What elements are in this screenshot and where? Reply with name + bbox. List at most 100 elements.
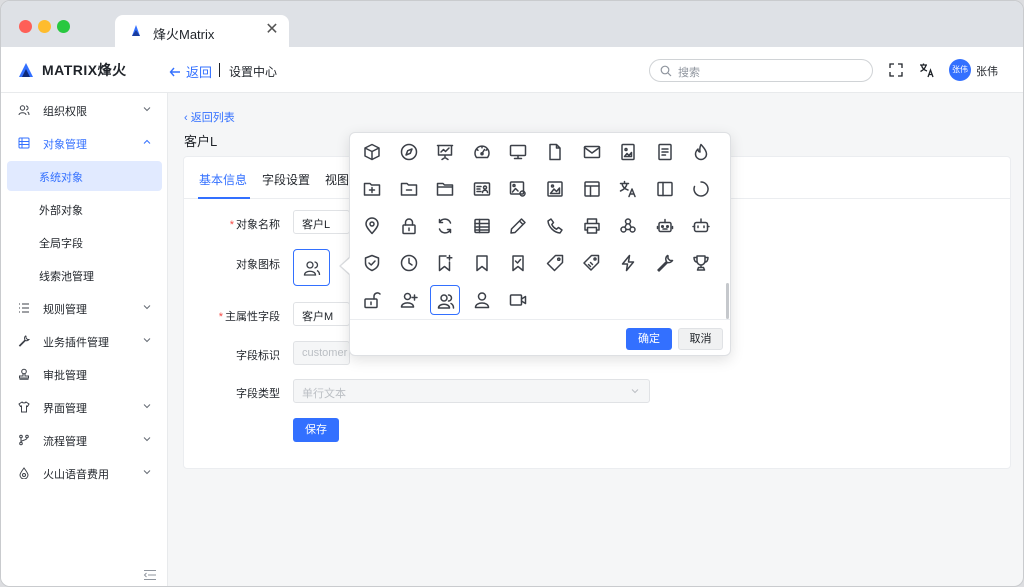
back-to-list-label: 返回列表: [190, 112, 235, 124]
icon-option-folder-minus-icon[interactable]: [394, 174, 424, 204]
sidebar-item-process-management[interactable]: 流程管理: [1, 425, 168, 455]
icon-option-file-icon[interactable]: [540, 137, 570, 167]
icon-option-refresh-icon[interactable]: [430, 211, 460, 241]
collapse-sidebar-icon[interactable]: [143, 569, 157, 581]
sidebar-subitem-external-objects[interactable]: 外部对象: [7, 194, 162, 224]
translate-icon[interactable]: [919, 62, 935, 78]
icon-option-cube-icon[interactable]: [357, 137, 387, 167]
icon-option-picture-icon[interactable]: [540, 174, 570, 204]
sidebar-item-approval-management[interactable]: 审批管理: [1, 359, 168, 389]
sidebar-subitem-system-objects[interactable]: 系统对象: [7, 161, 162, 191]
username[interactable]: 张伟: [976, 63, 998, 79]
icon-option-robot-icon[interactable]: [650, 211, 680, 241]
confirm-button[interactable]: 确定: [626, 328, 672, 350]
icon-option-bookmark-add-icon[interactable]: [430, 248, 460, 278]
image-setting-icon: [510, 181, 527, 197]
tab-field-settings[interactable]: 字段设置: [262, 171, 310, 188]
icon-option-wrench-icon[interactable]: [650, 248, 680, 278]
icon-option-monitor-icon[interactable]: [503, 137, 533, 167]
user-icon: [474, 292, 490, 309]
icon-option-users-icon[interactable]: [430, 285, 461, 315]
browser-tab[interactable]: 烽火Matrix ✕: [115, 15, 289, 47]
icon-option-image-file-icon[interactable]: [613, 137, 643, 167]
icon-option-mail-icon[interactable]: [577, 137, 607, 167]
icon-option-printer-icon[interactable]: [577, 211, 607, 241]
icon-option-image-setting-icon[interactable]: [503, 174, 533, 204]
primary-field-select[interactable]: 客户M: [293, 302, 350, 326]
cancel-button[interactable]: 取消: [678, 328, 723, 350]
object-name-field[interactable]: 客户L: [293, 210, 350, 234]
icon-option-pen-icon[interactable]: [503, 211, 533, 241]
icon-option-clock-icon[interactable]: [394, 248, 424, 278]
icon-option-nodes-icon[interactable]: [613, 211, 643, 241]
close-tab-icon[interactable]: ✕: [263, 21, 281, 39]
sidebar-subitem-global-fields[interactable]: 全局字段: [7, 227, 162, 257]
icon-option-lightning-icon[interactable]: [613, 248, 643, 278]
sidebar-item-label: 审批管理: [43, 370, 87, 382]
icon-option-shield-check-icon[interactable]: [357, 248, 387, 278]
chevron-down-icon: [631, 389, 639, 394]
sidebar-subitem-lead-pool[interactable]: 线索池管理: [7, 260, 162, 290]
back-button[interactable]: 返回: [169, 62, 212, 81]
icon-option-fire-icon[interactable]: [686, 137, 716, 167]
search-input[interactable]: 搜索: [649, 59, 873, 82]
icon-option-presentation-icon[interactable]: [430, 137, 460, 167]
icon-option-folder-add-icon[interactable]: [357, 174, 387, 204]
close-window-button[interactable]: [19, 20, 32, 33]
location-icon: [365, 217, 379, 235]
icon-option-location-icon[interactable]: [357, 211, 387, 241]
icon-option-compass-icon[interactable]: [394, 137, 424, 167]
sidebar-item-ui-management[interactable]: 界面管理: [1, 392, 168, 422]
icon-option-video-icon[interactable]: [503, 285, 533, 315]
sidebar-item-plugin-management[interactable]: 业务插件管理: [1, 326, 168, 356]
field-id-input: customer: [293, 341, 350, 365]
brand-logo[interactable]: MATRIX烽火: [17, 60, 127, 80]
compass-icon: [400, 143, 417, 161]
icon-option-trophy-icon[interactable]: [686, 248, 716, 278]
contact-card-icon: [473, 182, 491, 196]
icon-option-table-icon[interactable]: [467, 211, 497, 241]
breadcrumb: 设置中心: [229, 65, 278, 79]
icon-option-user-icon[interactable]: [467, 285, 497, 315]
sidebar-item-volcano-voice-fees[interactable]: 火山语音费用: [1, 458, 168, 488]
users-icon: [437, 294, 455, 309]
tab-views[interactable]: 视图: [325, 171, 349, 188]
icon-option-lock-icon[interactable]: [394, 211, 424, 241]
table-icon: [474, 218, 490, 234]
tab-basic-info[interactable]: 基本信息: [199, 171, 247, 188]
sidebar-item-label: 组织权限: [43, 106, 87, 118]
sidebar-item-rule-management[interactable]: 规则管理: [1, 293, 168, 323]
list-icon: [19, 303, 29, 313]
avatar[interactable]: 张伟: [949, 59, 971, 81]
icon-option-user-add-icon[interactable]: [394, 285, 424, 315]
picture-icon: [547, 181, 563, 197]
icon-option-layout-icon[interactable]: [577, 174, 607, 204]
icon-option-contact-card-icon[interactable]: [467, 174, 497, 204]
icon-option-loading-icon[interactable]: [686, 174, 716, 204]
back-to-list-link[interactable]: ‹ 返回列表: [184, 109, 235, 125]
maximize-window-button[interactable]: [57, 20, 70, 33]
icon-option-translate-icon[interactable]: [613, 174, 643, 204]
phone-icon: [547, 218, 563, 234]
scrollbar[interactable]: [726, 283, 729, 319]
sidebar-item-org-permissions[interactable]: 组织权限: [1, 95, 168, 125]
icon-option-document-icon[interactable]: [650, 137, 680, 167]
save-button[interactable]: 保存: [293, 418, 339, 442]
icon-option-sidebar-layout-icon[interactable]: [650, 174, 680, 204]
fullscreen-icon[interactable]: [889, 63, 903, 77]
object-icon-picker-button[interactable]: [293, 249, 330, 286]
layout-icon: [583, 181, 600, 197]
field-id-label: 字段标识: [236, 350, 280, 362]
primary-field-label-text: 主属性字段: [225, 311, 280, 323]
sidebar-item-object-management[interactable]: 对象管理: [1, 128, 168, 158]
icon-option-bookmark-icon[interactable]: [467, 248, 497, 278]
icon-option-unlock-icon[interactable]: [357, 285, 387, 315]
icon-option-bot-icon[interactable]: [686, 211, 716, 241]
icon-option-tags-icon[interactable]: [577, 248, 607, 278]
icon-option-folder-icon[interactable]: [430, 174, 460, 204]
icon-option-tag-icon[interactable]: [540, 248, 570, 278]
minimize-window-button[interactable]: [38, 20, 51, 33]
icon-option-phone-icon[interactable]: [540, 211, 570, 241]
icon-option-dashboard-icon[interactable]: [467, 137, 497, 167]
icon-option-bookmark-check-icon[interactable]: [503, 248, 533, 278]
